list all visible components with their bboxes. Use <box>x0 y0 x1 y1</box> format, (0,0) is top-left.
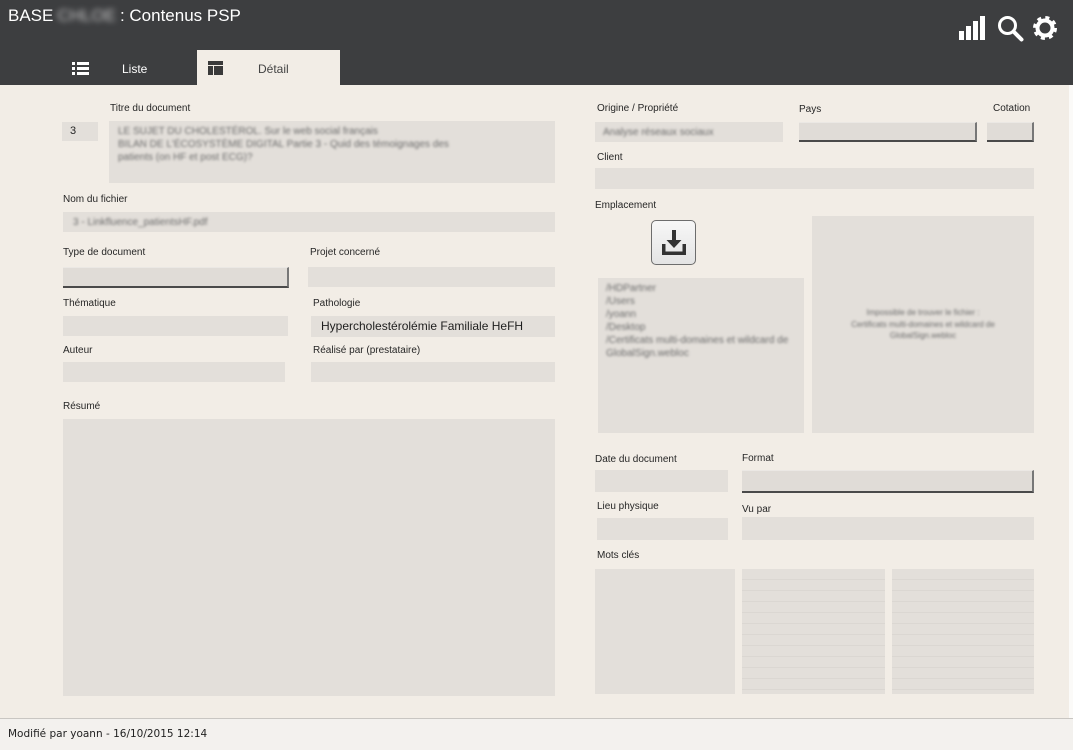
app-header: BASE CHLOE: Contenus PSP Liste Détail <box>0 0 1073 85</box>
projet-label: Projet concerné <box>310 247 381 258</box>
emplacement-path-list[interactable]: /HDPartner /Users /yoann /Desktop /Certi… <box>598 278 804 433</box>
mots-cles-list-2[interactable] <box>742 569 885 694</box>
tab-liste[interactable]: Liste <box>60 50 197 85</box>
list-icon <box>72 62 89 75</box>
mots-cles-list-1[interactable] <box>595 569 735 694</box>
thematique-field[interactable] <box>63 316 288 336</box>
auteur-field[interactable] <box>63 362 285 382</box>
tab-detail-label: Détail <box>258 62 289 76</box>
format-select[interactable] <box>742 470 1034 493</box>
list-item: /Certificats multi-domaines et wildcard … <box>606 335 789 359</box>
cotation-select[interactable] <box>987 122 1034 142</box>
client-label: Client <box>597 152 623 163</box>
pathologie-label: Pathologie <box>313 298 361 309</box>
date-document-field[interactable] <box>595 470 728 492</box>
realise-par-label: Réalisé par (prestataire) <box>313 345 421 356</box>
app-title-suffix: : Contenus PSP <box>119 6 241 25</box>
gear-icon[interactable] <box>1033 16 1057 40</box>
app-title-redacted: CHLOE <box>57 6 116 25</box>
lieu-physique-field[interactable] <box>597 518 728 540</box>
mots-cles-list-3[interactable] <box>892 569 1034 694</box>
search-icon[interactable] <box>997 15 1024 42</box>
nom-fichier-field[interactable]: 3 - Linkfluence_patientsHF.pdf <box>63 212 555 232</box>
vu-par-field[interactable] <box>742 517 1034 540</box>
titre-value: LE SUJET DU CHOLESTÉROL. Sur le web soci… <box>118 126 449 163</box>
app-title: BASE CHLOE: Contenus PSP <box>8 5 241 27</box>
format-label: Format <box>742 453 774 464</box>
download-button[interactable] <box>651 220 696 265</box>
type-document-select[interactable] <box>63 267 289 288</box>
cotation-label: Cotation <box>993 103 1031 114</box>
list-item: /Users <box>606 296 635 307</box>
emplacement-label: Emplacement <box>595 200 657 211</box>
record-number-field[interactable]: 3 <box>62 122 98 141</box>
resume-label: Résumé <box>63 401 101 412</box>
download-icon <box>662 230 686 255</box>
auteur-label: Auteur <box>63 345 93 356</box>
date-document-label: Date du document <box>595 454 677 465</box>
list-item: /yoann <box>606 309 637 320</box>
file-preview: Impossible de trouver le fichier : Certi… <box>812 216 1034 433</box>
layout-icon <box>208 61 223 75</box>
lieu-physique-label: Lieu physique <box>597 501 659 512</box>
bar-chart-icon[interactable] <box>959 16 985 40</box>
tab-detail[interactable]: Détail <box>197 50 340 85</box>
mots-cles-label: Mots clés <box>597 550 640 561</box>
app-title-prefix: BASE <box>8 6 54 25</box>
window-edge <box>1069 85 1073 718</box>
resume-textarea[interactable] <box>63 419 555 696</box>
tab-liste-label: Liste <box>122 62 148 76</box>
list-item: /Desktop <box>606 322 646 333</box>
titre-field[interactable]: LE SUJET DU CHOLESTÉROL. Sur le web soci… <box>109 121 555 183</box>
preview-message: Impossible de trouver le fichier : Certi… <box>851 308 995 340</box>
projet-field[interactable] <box>308 267 555 287</box>
titre-label: Titre du document <box>110 103 191 114</box>
thematique-label: Thématique <box>63 298 116 309</box>
pathologie-field[interactable]: Hypercholestérolémie Familiale HeFH <box>311 316 555 337</box>
nom-fichier-label: Nom du fichier <box>63 194 128 205</box>
origine-label: Origine / Propriété <box>597 103 679 114</box>
pays-select[interactable] <box>799 122 977 142</box>
status-bar: Modifié par yoann - 16/10/2015 12:14 <box>0 718 1073 750</box>
list-item: /HDPartner <box>606 283 657 294</box>
client-field[interactable] <box>595 168 1034 189</box>
origine-value: Analyse réseaux sociaux <box>603 127 714 138</box>
nom-fichier-value: 3 - Linkfluence_patientsHF.pdf <box>73 217 208 228</box>
vu-par-label: Vu par <box>742 504 772 515</box>
origine-field[interactable]: Analyse réseaux sociaux <box>595 122 783 142</box>
type-document-label: Type de document <box>63 247 146 258</box>
realise-par-field[interactable] <box>311 362 555 382</box>
pays-label: Pays <box>799 104 822 115</box>
modified-status: Modifié par yoann - 16/10/2015 12:14 <box>8 728 208 740</box>
